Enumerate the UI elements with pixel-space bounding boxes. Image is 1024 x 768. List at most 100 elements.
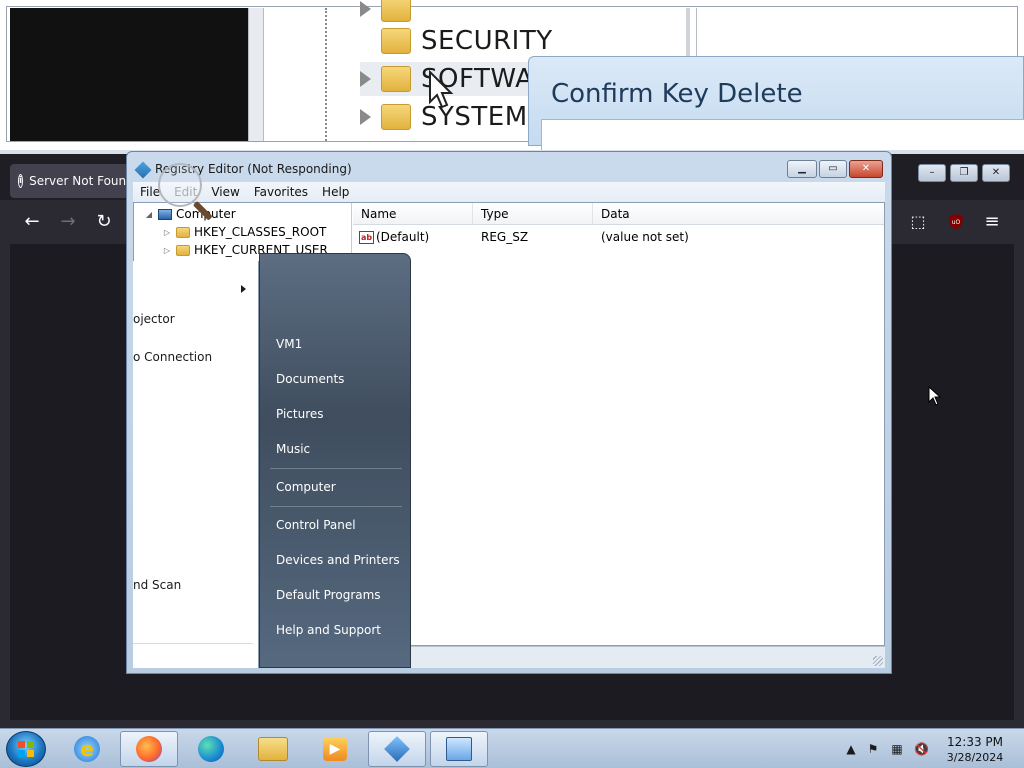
start-menu-places: VM1 Documents Pictures Music Computer Co… bbox=[259, 253, 411, 668]
firefox-icon bbox=[136, 736, 162, 762]
menu-icon[interactable]: ≡ bbox=[980, 210, 1004, 234]
taskbar-media-player[interactable]: ▶ bbox=[306, 731, 364, 767]
tree-label: HKEY_CLASSES_ROOT bbox=[194, 225, 327, 239]
values-header: Name Type Data bbox=[353, 203, 884, 225]
start-program-projector[interactable]: ojector bbox=[133, 312, 175, 326]
zoomed-background: SECURITY SOFTWARE SYSTEM Confirm Key Del… bbox=[0, 0, 1024, 150]
regedit-titlebar[interactable]: Registry Editor (Not Responding) ▁ ▭ ✕ bbox=[127, 152, 891, 184]
ublock-icon[interactable]: uO bbox=[944, 210, 968, 234]
string-value-icon: ab bbox=[359, 231, 374, 244]
start-link-control-panel[interactable]: Control Panel bbox=[276, 518, 356, 532]
column-name[interactable]: Name bbox=[353, 203, 473, 225]
browser-minimize-button[interactable]: – bbox=[918, 164, 946, 182]
start-link-default-programs[interactable]: Default Programs bbox=[276, 588, 381, 602]
menu-favorites[interactable]: Favorites bbox=[247, 185, 315, 199]
start-menu-divider bbox=[133, 643, 253, 644]
expand-triangle-icon[interactable]: ▷ bbox=[162, 228, 172, 237]
magnifier-lens-icon bbox=[158, 163, 202, 207]
regedit-icon bbox=[134, 161, 152, 179]
resize-grip-icon[interactable] bbox=[873, 656, 883, 666]
zoom-splitter bbox=[248, 8, 264, 141]
regedit-maximize-button[interactable]: ▭ bbox=[819, 160, 847, 178]
start-link-devices-printers[interactable]: Devices and Printers bbox=[276, 553, 400, 567]
column-type[interactable]: Type bbox=[473, 203, 593, 225]
browser-tab-title: Server Not Found bbox=[29, 174, 128, 188]
value-type: REG_SZ bbox=[481, 230, 529, 244]
regedit-minimize-button[interactable]: ▁ bbox=[787, 160, 817, 178]
reload-icon[interactable]: ↻ bbox=[92, 210, 116, 234]
zoom-divider bbox=[696, 8, 697, 56]
taskbar-firefox[interactable] bbox=[120, 731, 178, 767]
search-magnifier-icon bbox=[446, 737, 472, 761]
start-program-scan[interactable]: nd Scan bbox=[133, 578, 181, 592]
edge-icon bbox=[198, 736, 224, 762]
tree-item-hkcr[interactable]: ▷ HKEY_CLASSES_ROOT bbox=[162, 223, 326, 241]
value-data: (value not set) bbox=[601, 230, 689, 244]
clock-date[interactable]: 3/28/2024 bbox=[940, 751, 1010, 764]
volume-muted-icon[interactable]: 🔇 bbox=[914, 742, 929, 756]
start-menu-divider bbox=[270, 506, 402, 507]
svg-text:uO: uO bbox=[952, 219, 961, 226]
clock-time[interactable]: 12:33 PM bbox=[940, 735, 1010, 749]
windows-logo-icon bbox=[18, 741, 34, 757]
submenu-arrow-icon bbox=[241, 285, 246, 293]
zoom-confirm-dialog: Confirm Key Delete bbox=[528, 56, 1024, 150]
column-data[interactable]: Data bbox=[593, 203, 884, 225]
expand-triangle-icon bbox=[360, 1, 371, 17]
zoom-tree-item-sam bbox=[360, 0, 411, 26]
table-row[interactable]: ab (Default) REG_SZ (value not set) bbox=[353, 227, 884, 247]
start-menu-programs: ojector o Connection nd Scan bbox=[133, 261, 259, 668]
regedit-close-button[interactable]: ✕ bbox=[849, 160, 883, 178]
menu-view[interactable]: View bbox=[204, 185, 246, 199]
file-explorer-icon bbox=[258, 737, 288, 761]
extensions-icon[interactable]: ⬚ bbox=[906, 210, 930, 234]
registry-values-list: Name Type Data ab (Default) REG_SZ (value… bbox=[353, 203, 884, 645]
zoom-tree-item-security: SECURITY bbox=[360, 24, 553, 58]
network-icon[interactable]: ▦ bbox=[890, 742, 904, 756]
computer-icon bbox=[158, 208, 172, 220]
browser-tab[interactable]: i Server Not Found bbox=[10, 164, 128, 198]
zoom-dark-panel bbox=[10, 8, 248, 141]
start-link-music[interactable]: Music bbox=[276, 442, 310, 456]
zoom-confirm-body bbox=[541, 119, 1024, 150]
media-player-icon: ▶ bbox=[323, 737, 347, 761]
menu-help[interactable]: Help bbox=[315, 185, 356, 199]
internet-explorer-icon: e bbox=[74, 736, 100, 762]
taskbar-file-explorer[interactable] bbox=[244, 731, 302, 767]
forward-arrow-icon[interactable]: → bbox=[56, 210, 80, 234]
folder-icon bbox=[381, 104, 411, 130]
taskbar-internet-explorer[interactable]: e bbox=[58, 731, 116, 767]
zoom-cursor-icon bbox=[429, 70, 454, 109]
collapse-triangle-icon[interactable]: ◢ bbox=[144, 210, 154, 219]
start-link-pictures[interactable]: Pictures bbox=[276, 407, 324, 421]
start-link-documents[interactable]: Documents bbox=[276, 372, 344, 386]
start-button[interactable] bbox=[6, 731, 46, 767]
taskbar-edge[interactable] bbox=[182, 731, 240, 767]
taskbar: e ▶ ▲ ⚑ ▦ 🔇 12:33 PM 3/28/2024 bbox=[0, 728, 1024, 768]
expand-triangle-icon bbox=[360, 71, 371, 87]
taskbar-magnifier[interactable] bbox=[430, 731, 488, 767]
zoom-tree-lines bbox=[325, 8, 327, 141]
show-hidden-icons-icon[interactable]: ▲ bbox=[844, 742, 858, 756]
start-link-vm1[interactable]: VM1 bbox=[276, 337, 302, 351]
start-program-connection[interactable]: o Connection bbox=[133, 350, 212, 364]
zoom-confirm-title: Confirm Key Delete bbox=[551, 79, 803, 109]
folder-icon bbox=[381, 0, 411, 22]
expand-triangle-icon bbox=[360, 109, 371, 125]
browser-restore-button[interactable]: ❐ bbox=[950, 164, 978, 182]
start-menu: ojector o Connection nd Scan VM1 Documen… bbox=[133, 253, 411, 668]
start-link-computer[interactable]: Computer bbox=[276, 480, 336, 494]
value-name: (Default) bbox=[376, 230, 430, 244]
start-link-help-support[interactable]: Help and Support bbox=[276, 623, 381, 637]
browser-close-button[interactable]: ✕ bbox=[982, 164, 1010, 182]
folder-icon bbox=[381, 28, 411, 54]
value-name-cell: ab (Default) bbox=[359, 227, 429, 247]
start-menu-divider bbox=[270, 468, 402, 469]
taskbar-regedit[interactable] bbox=[368, 731, 426, 767]
back-arrow-icon[interactable]: ← bbox=[20, 210, 44, 234]
action-center-flag-icon[interactable]: ⚑ bbox=[866, 742, 880, 756]
mouse-cursor-icon bbox=[928, 386, 942, 406]
zoom-tree-label: SECURITY bbox=[421, 26, 553, 56]
tree-item-computer[interactable]: ◢ Computer bbox=[144, 205, 236, 223]
regedit-icon bbox=[384, 736, 410, 762]
